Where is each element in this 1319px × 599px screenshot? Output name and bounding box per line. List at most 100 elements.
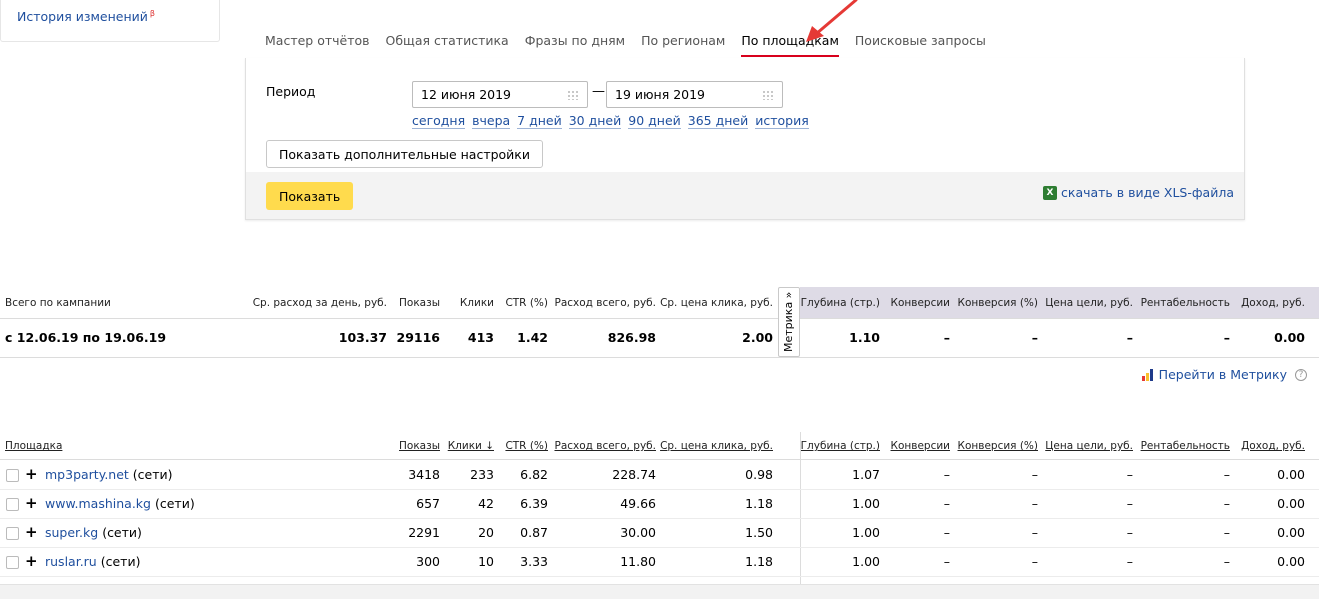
col-site[interactable]: Площадка (5, 440, 62, 452)
site-link[interactable]: super.kg (45, 525, 98, 540)
more-settings-button[interactable]: Показать дополнительные настройки (266, 140, 543, 168)
cell-revenue: 0.00 (1277, 554, 1305, 569)
expand-plus-icon[interactable]: + (25, 465, 38, 483)
summary-shows: 29116 (396, 330, 441, 345)
range-365-days[interactable]: 365 дней (687, 114, 749, 129)
history-label: История изменений (17, 9, 148, 25)
calendar-icon[interactable] (762, 90, 774, 100)
col-avg-daily: Ср. расход за день, руб. (252, 297, 387, 309)
col-profitability: Рентабельность (1140, 297, 1230, 309)
col-ctr[interactable]: CTR (%) (505, 440, 548, 452)
summary-conv-rate: – (1031, 330, 1038, 345)
horizontal-scrollbar[interactable] (0, 584, 1319, 599)
cell-spend: 30.00 (620, 525, 656, 540)
col-conversions[interactable]: Конверсии (891, 440, 950, 452)
metrika-logo-icon (1141, 368, 1153, 381)
sites-table-header: Площадка Показы Клики ↓ CTR (%) Расход в… (0, 432, 1319, 460)
summary-revenue: 0.00 (1274, 330, 1305, 345)
cell-ctr: 6.82 (520, 467, 548, 482)
range-30-days[interactable]: 30 дней (568, 114, 622, 129)
cell-revenue: 0.00 (1277, 525, 1305, 540)
beta-badge: β (149, 9, 155, 18)
date-from-value: 12 июня 2019 (421, 87, 512, 102)
xls-download-link[interactable]: X скачать в виде XLS-файла (1043, 185, 1234, 200)
cell-clicks: 42 (478, 496, 494, 511)
site-link[interactable]: ruslar.ru (45, 554, 97, 569)
row-checkbox[interactable] (6, 527, 19, 540)
range-yesterday[interactable]: вчера (472, 114, 511, 129)
tab-general-stats[interactable]: Общая статистика (386, 33, 509, 57)
cell-conv-rate: – (1031, 554, 1038, 569)
summary-depth: 1.10 (849, 330, 880, 345)
cell-profitability: – (1223, 467, 1230, 482)
col-avg-cpc: Ср. цена клика, руб. (660, 297, 773, 309)
row-checkbox[interactable] (6, 498, 19, 511)
table-row: + mp3party.net (сети) 3418 233 6.82 228.74 0.9… (0, 461, 1319, 490)
tab-report-master[interactable]: Мастер отчётов (265, 33, 370, 57)
excel-icon: X (1043, 185, 1058, 200)
show-button[interactable]: Показать (266, 182, 354, 210)
range-today[interactable]: сегодня (412, 114, 466, 129)
cell-avg-cpc: 1.50 (745, 525, 773, 540)
cell-goal-cost: – (1126, 496, 1133, 511)
filter-panel: Период 12 июня 2019 — 19 июня 2019 сегод… (245, 58, 1245, 220)
help-icon[interactable]: ? (1295, 368, 1307, 381)
date-from-input[interactable]: 12 июня 2019 (412, 81, 588, 108)
col-profitability[interactable]: Рентабельность (1141, 440, 1230, 452)
date-to-input[interactable]: 19 июня 2019 (606, 81, 783, 108)
calendar-icon[interactable] (567, 90, 579, 100)
summary-profitability: – (1223, 330, 1230, 345)
col-clicks-sorted[interactable]: Клики ↓ (448, 440, 494, 452)
col-goal-cost[interactable]: Цена цели, руб. (1045, 440, 1133, 452)
cell-shows: 657 (416, 496, 440, 511)
col-goal-cost: Цена цели, руб. (1045, 297, 1133, 309)
goto-metrika-link[interactable]: Перейти в Метрику ? (1141, 367, 1307, 382)
history-link[interactable]: История изменений β (17, 9, 155, 24)
cell-depth: 1.00 (852, 525, 880, 540)
col-spend[interactable]: Расход всего, руб. (554, 440, 656, 452)
col-depth[interactable]: Глубина (стр.) (801, 440, 880, 452)
site-link[interactable]: mp3party.net (45, 467, 129, 482)
expand-plus-icon[interactable]: + (25, 494, 38, 512)
site-link[interactable]: www.mashina.kg (45, 496, 151, 511)
cell-avg-cpc: 1.18 (745, 554, 773, 569)
summary-spend: 826.98 (607, 330, 656, 345)
summary-header: Всего по кампании Ср. расход за день, ру… (0, 287, 1319, 318)
range-history[interactable]: история (755, 114, 809, 129)
col-conv-rate: Конверсия (%) (957, 297, 1038, 309)
col-spend: Расход всего, руб. (554, 297, 656, 309)
range-7-days[interactable]: 7 дней (517, 114, 562, 129)
tab-phrases-by-day[interactable]: Фразы по дням (525, 33, 625, 57)
cell-ctr: 3.33 (520, 554, 548, 569)
quick-range-links: сегодня вчера 7 дней 30 дней 90 дней 365… (412, 114, 809, 129)
side-card: История изменений β (0, 0, 220, 42)
panel-footer: Показать X скачать в виде XLS-файла (246, 172, 1244, 219)
table-row: + www.mashina.kg (сети) 657 42 6.39 49.66 1.18… (0, 490, 1319, 519)
cell-revenue: 0.00 (1277, 496, 1305, 511)
tab-search-queries[interactable]: Поисковые запросы (855, 33, 986, 57)
col-clicks: Клики (459, 297, 494, 309)
col-conv-rate[interactable]: Конверсия (%) (958, 440, 1038, 452)
metrika-toggle-tab[interactable]: Метрика » (778, 287, 800, 357)
range-90-days[interactable]: 90 дней (628, 114, 681, 129)
cell-conversions: – (943, 525, 950, 540)
col-avg-cpc[interactable]: Ср. цена клика, руб. (660, 440, 773, 452)
col-total: Всего по кампании (5, 297, 111, 309)
row-checkbox[interactable] (6, 469, 19, 482)
report-tabs: Мастер отчётов Общая статистика Фразы по… (265, 33, 1002, 57)
period-label: Период (266, 84, 316, 99)
cell-profitability: – (1223, 525, 1230, 540)
site-cell: ruslar.ru (сети) (45, 554, 140, 569)
expand-plus-icon[interactable]: + (25, 552, 38, 570)
col-depth: Глубина (стр.) (800, 297, 880, 309)
col-revenue[interactable]: Доход, руб. (1241, 440, 1305, 452)
cell-profitability: – (1223, 496, 1230, 511)
tab-by-region[interactable]: По регионам (641, 33, 725, 57)
expand-plus-icon[interactable]: + (25, 523, 38, 541)
cell-goal-cost: – (1126, 525, 1133, 540)
row-checkbox[interactable] (6, 556, 19, 569)
summary-row: с 12.06.19 по 19.06.19 103.37 29116 413 … (0, 318, 1319, 358)
col-ctr: CTR (%) (505, 297, 548, 309)
col-shows[interactable]: Показы (399, 440, 440, 452)
col-conversions: Конверсии (890, 297, 950, 309)
